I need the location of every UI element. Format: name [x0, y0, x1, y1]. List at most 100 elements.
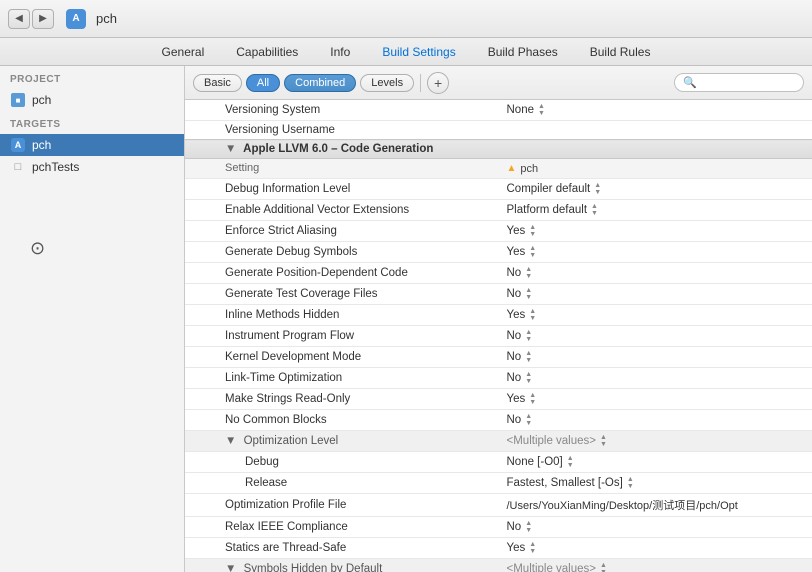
table-row: Versioning System None ▲▼ — [185, 100, 812, 121]
setting-label: Link-Time Optimization — [185, 367, 499, 388]
setting-label: Inline Methods Hidden — [185, 304, 499, 325]
table-row: Link-Time Optimization No ▲▼ — [185, 367, 812, 388]
value-stepper: None ▲▼ — [507, 103, 805, 117]
stepper-control[interactable]: ▲▼ — [525, 520, 532, 534]
project-name: pch — [96, 11, 117, 26]
tab-build-settings[interactable]: Build Settings — [366, 42, 471, 62]
stepper-control[interactable]: ▲▼ — [529, 308, 536, 322]
project-file-icon: ■ — [10, 92, 26, 108]
sidebar-project-label: pch — [32, 93, 51, 107]
table-row: Make Strings Read-Only Yes ▲▼ — [185, 388, 812, 409]
setting-value: Yes ▲▼ — [499, 220, 812, 241]
tab-capabilities[interactable]: Capabilities — [220, 42, 314, 62]
sidebar-pch-label: pch — [32, 138, 51, 152]
nav-buttons: ◀ ▶ — [8, 9, 54, 29]
sub-section-label: ▼ Symbols Hidden by Default — [185, 558, 499, 572]
stepper-control[interactable]: ▲▼ — [525, 350, 532, 364]
sub-section-label: ▼ Optimization Level — [185, 430, 499, 451]
stepper-control[interactable]: ▲▼ — [627, 476, 634, 490]
setting-label: Instrument Program Flow — [185, 325, 499, 346]
pch-col-icon: ▲ — [507, 163, 517, 174]
setting-value: No ▲▼ — [499, 516, 812, 537]
main-content: PROJECT ■ pch TARGETS A pch □ pchTests — [0, 66, 812, 572]
search-input[interactable] — [701, 77, 795, 89]
setting-label: Kernel Development Mode — [185, 346, 499, 367]
sidebar-item-project[interactable]: ■ pch — [0, 89, 184, 111]
nav-tabs: General Capabilities Info Build Settings… — [0, 38, 812, 66]
table-row: Generate Debug Symbols Yes ▲▼ — [185, 241, 812, 262]
filter-levels-button[interactable]: Levels — [360, 74, 414, 92]
setting-value: Yes ▲▼ — [499, 304, 812, 325]
tab-build-rules[interactable]: Build Rules — [574, 42, 667, 62]
section-header: ▼ Apple LLVM 6.0 – Code Generation — [185, 140, 812, 159]
stepper-control[interactable]: ▲▼ — [529, 245, 536, 259]
setting-label: Statics are Thread-Safe — [185, 537, 499, 558]
table-row: Statics are Thread-Safe Yes ▲▼ — [185, 537, 812, 558]
setting-value: No ▲▼ — [499, 283, 812, 304]
setting-value: Yes ▲▼ — [499, 537, 812, 558]
sidebar-item-pch[interactable]: A pch — [0, 134, 184, 156]
setting-value: No ▲▼ — [499, 262, 812, 283]
filter-all-button[interactable]: All — [246, 74, 280, 92]
stepper-control[interactable]: ▲▼ — [567, 455, 574, 469]
setting-value: Platform default ▲▼ — [499, 199, 812, 220]
stepper-control[interactable]: ▲▼ — [600, 562, 607, 572]
setting-value: No ▲▼ — [499, 346, 812, 367]
table-row: Inline Methods Hidden Yes ▲▼ — [185, 304, 812, 325]
setting-label: Generate Test Coverage Files — [185, 283, 499, 304]
col-pch-header: ▲ pch — [499, 159, 812, 179]
project-icon: A — [66, 9, 86, 29]
stepper-control[interactable]: ▲▼ — [594, 182, 601, 196]
sub-collapse-triangle[interactable]: ▼ — [225, 435, 236, 447]
collapse-triangle[interactable]: ▼ — [225, 143, 236, 155]
setting-label: Optimization Profile File — [185, 493, 499, 516]
setting-value: No ▲▼ — [499, 325, 812, 346]
setting-value: None ▲▼ — [499, 100, 812, 121]
sub-collapse-triangle2[interactable]: ▼ — [225, 563, 236, 572]
setting-label: Relax IEEE Compliance — [185, 516, 499, 537]
stepper-control[interactable]: ▲▼ — [529, 541, 536, 555]
filter-add-button[interactable]: + — [427, 72, 449, 94]
back-button[interactable]: ◀ — [8, 9, 30, 29]
settings-table: Versioning System None ▲▼ Versioning Use… — [185, 100, 812, 572]
table-row: Generate Test Coverage Files No ▲▼ — [185, 283, 812, 304]
tab-general[interactable]: General — [146, 42, 221, 62]
stepper-control[interactable]: ▲▼ — [525, 266, 532, 280]
forward-button[interactable]: ▶ — [32, 9, 54, 29]
stepper-control[interactable]: ▲▼ — [529, 224, 536, 238]
filter-bar: Basic All Combined Levels + 🔍 — [185, 66, 812, 100]
filter-combined-button[interactable]: Combined — [284, 74, 356, 92]
search-box[interactable]: 🔍 — [674, 73, 804, 92]
target-pchtests-icon: □ — [10, 159, 26, 175]
table-row: Kernel Development Mode No ▲▼ — [185, 346, 812, 367]
stepper-control[interactable]: ▲▼ — [525, 371, 532, 385]
stepper-control[interactable]: ▲▼ — [538, 103, 545, 117]
setting-label: Release — [185, 472, 499, 493]
project-section-header: PROJECT — [0, 66, 184, 89]
stepper-control[interactable]: ▲▼ — [600, 434, 607, 448]
tab-info[interactable]: Info — [314, 42, 366, 62]
setting-label: Versioning System — [185, 100, 499, 121]
sidebar-empty-area: ⊙ — [0, 178, 184, 572]
sub-section-header-row: ▼ Symbols Hidden by Default <Multiple va… — [185, 558, 812, 572]
stepper-control[interactable]: ▲▼ — [525, 287, 532, 301]
setting-value: Yes ▲▼ — [499, 388, 812, 409]
setting-value: No ▲▼ — [499, 367, 812, 388]
setting-label: Make Strings Read-Only — [185, 388, 499, 409]
col-setting-header: Setting — [185, 159, 499, 179]
filter-divider — [420, 74, 421, 92]
settings-content: Versioning System None ▲▼ Versioning Use… — [185, 100, 812, 572]
setting-label: Generate Debug Symbols — [185, 241, 499, 262]
table-row: Enforce Strict Aliasing Yes ▲▼ — [185, 220, 812, 241]
table-row: Versioning Username — [185, 121, 812, 140]
tab-build-phases[interactable]: Build Phases — [472, 42, 574, 62]
sidebar-item-pchtests[interactable]: □ pchTests — [0, 156, 184, 178]
sub-section-header-row: ▼ Optimization Level <Multiple values> ▲… — [185, 430, 812, 451]
stepper-control[interactable]: ▲▼ — [529, 392, 536, 406]
stepper-control[interactable]: ▲▼ — [525, 329, 532, 343]
setting-label: Generate Position-Dependent Code — [185, 262, 499, 283]
stepper-control[interactable]: ▲▼ — [525, 413, 532, 427]
filter-basic-button[interactable]: Basic — [193, 74, 242, 92]
stepper-control[interactable]: ▲▼ — [591, 203, 598, 217]
setting-value: None [-O0] ▲▼ — [499, 451, 812, 472]
